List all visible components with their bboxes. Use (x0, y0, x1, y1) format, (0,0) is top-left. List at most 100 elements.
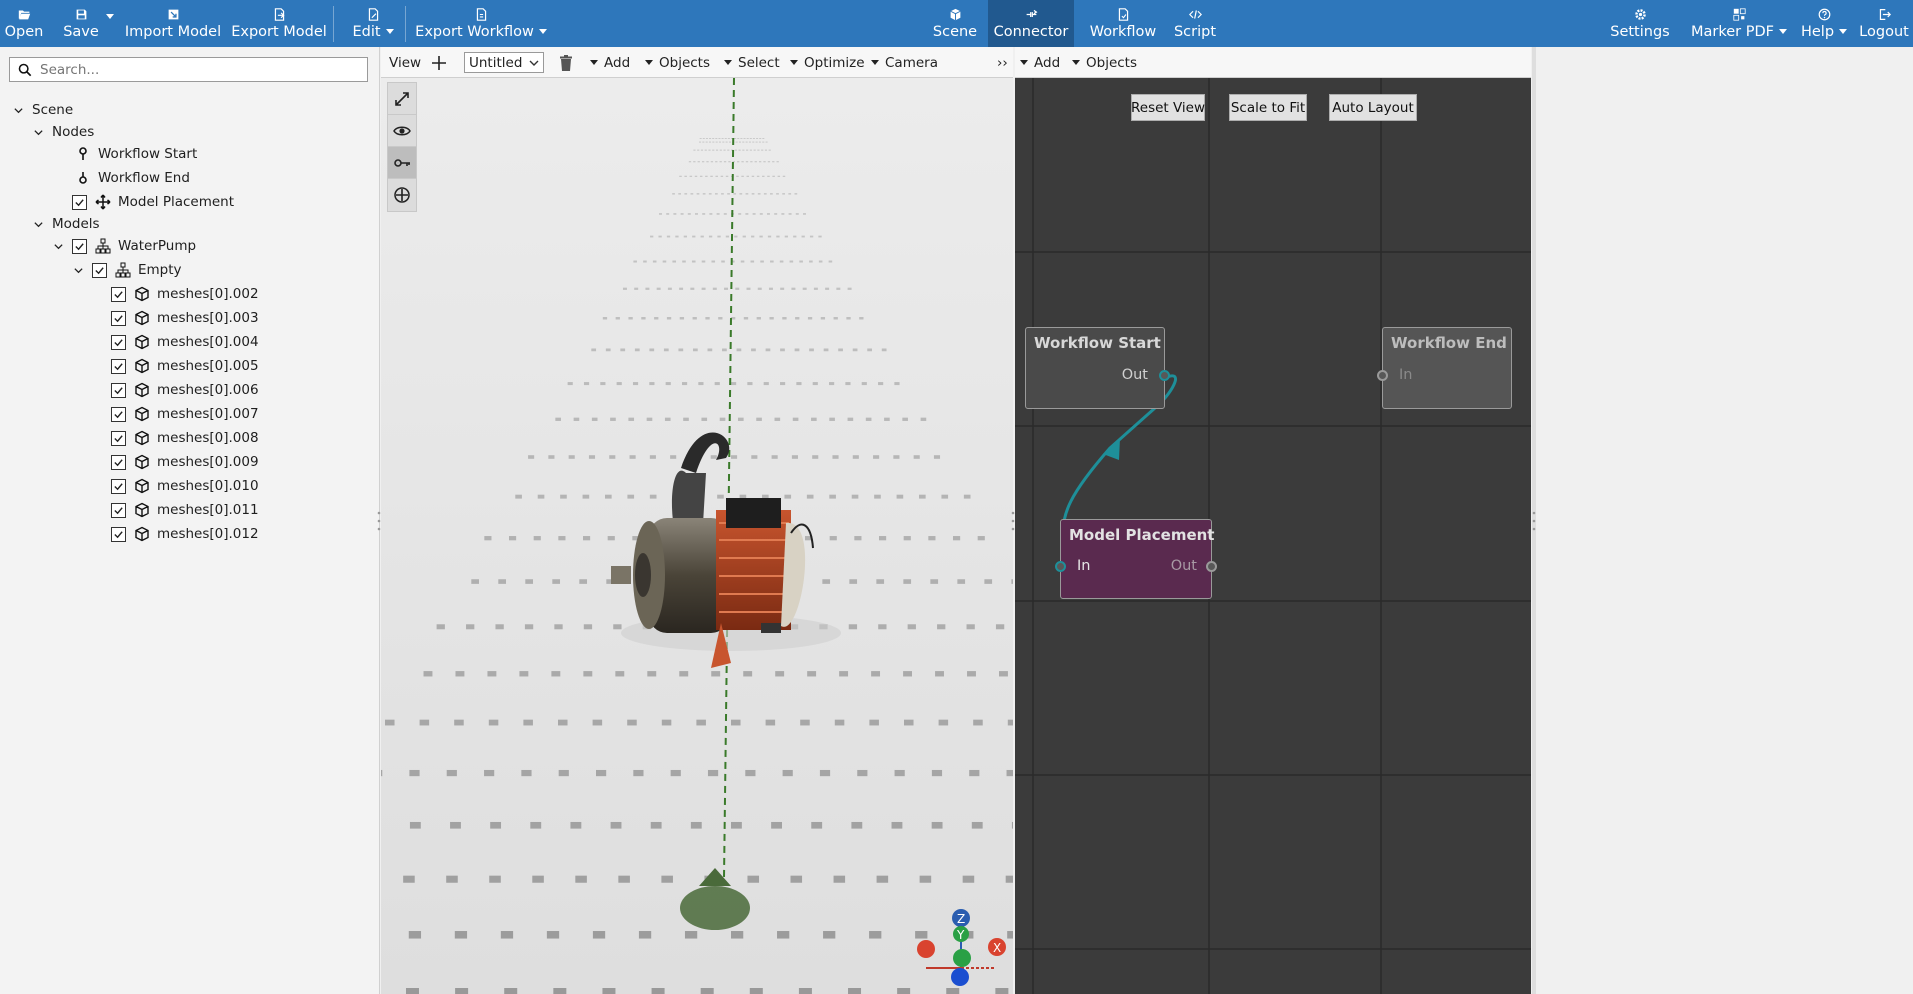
export-model-button[interactable]: Export Model (231, 0, 327, 47)
floor-marker (784, 235, 788, 238)
help-button[interactable]: Help (1800, 0, 1848, 47)
objects-menu[interactable]: Objects (645, 47, 710, 78)
visibility-checkbox[interactable] (111, 310, 126, 326)
save-button[interactable]: Save (62, 0, 100, 47)
visibility-checkbox[interactable] (72, 194, 87, 210)
scene-tab[interactable]: Scene (926, 0, 984, 47)
chevron-down-icon[interactable] (32, 126, 44, 138)
chevron-down-icon[interactable] (52, 240, 64, 252)
tree-item-workflow-end[interactable]: Workflow End (74, 167, 190, 189)
chevron-down-icon[interactable] (72, 264, 84, 276)
more-tools-button[interactable]: ›› (997, 47, 1008, 78)
tree-item-model-placement[interactable]: Model Placement (72, 191, 234, 213)
tree-item-workflow-start[interactable]: Workflow Start (74, 143, 197, 165)
visibility-checkbox[interactable] (111, 478, 126, 494)
scale-to-fit-button[interactable]: Scale to Fit (1229, 94, 1307, 121)
left-splitter-handle[interactable] (377, 510, 381, 532)
document-select[interactable]: Untitled (464, 52, 544, 73)
input-port[interactable] (1377, 370, 1388, 381)
input-port[interactable] (1055, 561, 1066, 572)
floor-marker (700, 235, 704, 238)
visibility-checkbox[interactable] (111, 526, 126, 542)
save-dropdown-button[interactable] (103, 0, 117, 47)
reset-view-button[interactable]: Reset View (1131, 94, 1205, 121)
export-workflow-button[interactable]: Export Workflow (415, 0, 547, 47)
tree-item-mesh[interactable]: meshes[0].002 (111, 283, 259, 305)
node-objects-menu[interactable]: Objects (1072, 47, 1137, 78)
output-port[interactable] (1159, 370, 1170, 381)
node-add-menu[interactable]: Add (1020, 47, 1060, 78)
auto-layout-button[interactable]: Auto Layout (1329, 94, 1417, 121)
scene-canvas[interactable]: Z Y X (381, 78, 1013, 994)
add-menu[interactable]: Add (590, 47, 630, 78)
node-workflow-end[interactable]: Workflow End In (1377, 327, 1512, 409)
camera-menu[interactable]: Camera (871, 47, 938, 78)
floor-marker (710, 175, 713, 178)
visibility-toggle[interactable] (388, 115, 416, 147)
chevron-down-icon (645, 60, 653, 65)
fullscreen-button[interactable] (388, 83, 416, 115)
select-menu[interactable]: Select (724, 47, 780, 78)
tree-node-scene[interactable]: Scene (12, 99, 73, 121)
negative-x-handle[interactable] (917, 940, 935, 958)
tree-item-mesh[interactable]: meshes[0].011 (111, 499, 259, 521)
floor-marker (610, 821, 622, 829)
chevron-down-icon[interactable] (12, 104, 24, 116)
script-tab[interactable]: Script (1170, 0, 1220, 47)
floor-marker (622, 287, 627, 290)
help-label: Help (1800, 23, 1835, 40)
right-splitter-handle[interactable] (1532, 510, 1536, 532)
move-tool[interactable] (388, 179, 416, 211)
chevron-down-icon[interactable] (32, 218, 44, 230)
search-input[interactable] (40, 61, 360, 78)
visibility-checkbox[interactable] (111, 382, 126, 398)
add-document-button[interactable] (430, 47, 448, 78)
visibility-checkbox[interactable] (111, 406, 126, 422)
tree-item-mesh[interactable]: meshes[0].004 (111, 331, 259, 353)
edit-menu-button[interactable]: Edit (350, 0, 396, 47)
tree-node-nodes[interactable]: Nodes (32, 121, 94, 143)
node-workflow-start[interactable]: Workflow Start Out (1025, 327, 1170, 409)
import-model-button[interactable]: Import Model (125, 0, 221, 47)
negative-y-handle[interactable] (953, 949, 971, 967)
tree-node-waterpump[interactable]: WaterPump (52, 235, 196, 257)
connector-tab[interactable]: Connector (988, 0, 1074, 47)
visibility-checkbox[interactable] (92, 262, 107, 278)
tree-item-mesh[interactable]: meshes[0].009 (111, 451, 259, 473)
delete-document-button[interactable] (558, 47, 574, 78)
settings-button[interactable]: Settings (1610, 0, 1670, 47)
search-box[interactable] (9, 57, 368, 82)
workflow-tab[interactable]: Workflow (1086, 0, 1160, 47)
tree-item-mesh[interactable]: meshes[0].010 (111, 475, 259, 497)
tree-item-mesh[interactable]: meshes[0].008 (111, 427, 259, 449)
tree-item-mesh[interactable]: meshes[0].012 (111, 523, 259, 545)
open-button[interactable]: Open (5, 0, 43, 47)
floor-marker (591, 348, 597, 352)
marker-pdf-button[interactable]: Marker PDF (1691, 0, 1787, 47)
scene-viewport[interactable]: View Untitled Add Objects Select Optimiz… (381, 47, 1013, 994)
optimize-menu[interactable]: Optimize (790, 47, 865, 78)
visibility-checkbox[interactable] (111, 334, 126, 350)
tree-item-mesh[interactable]: meshes[0].007 (111, 403, 259, 425)
node-editor-panel[interactable]: Add Objects Reset View Scale to Fit Auto… (1015, 47, 1531, 994)
visibility-checkbox[interactable] (111, 286, 126, 302)
visibility-checkbox[interactable] (72, 238, 87, 254)
visibility-checkbox[interactable] (111, 358, 126, 374)
tree-node-empty[interactable]: Empty (72, 259, 182, 281)
tree-item-mesh[interactable]: meshes[0].003 (111, 307, 259, 329)
export-icon (272, 8, 286, 22)
visibility-checkbox[interactable] (111, 502, 126, 518)
visibility-checkbox[interactable] (111, 454, 126, 470)
tree-item-mesh[interactable]: meshes[0].006 (111, 379, 259, 401)
pivot-tool[interactable] (388, 147, 416, 179)
visibility-checkbox[interactable] (111, 430, 126, 446)
view-menu[interactable]: View (389, 47, 421, 78)
tree-node-models[interactable]: Models (32, 213, 100, 235)
logout-button[interactable]: Logout (1858, 0, 1910, 47)
chevron-down-icon (590, 60, 598, 65)
node-model-placement[interactable]: Model Placement In Out (1055, 519, 1217, 599)
tree-item-mesh[interactable]: meshes[0].005 (111, 355, 259, 377)
output-port[interactable] (1206, 561, 1217, 572)
middle-splitter-handle[interactable] (1011, 510, 1015, 532)
negative-z-handle[interactable] (951, 968, 969, 986)
